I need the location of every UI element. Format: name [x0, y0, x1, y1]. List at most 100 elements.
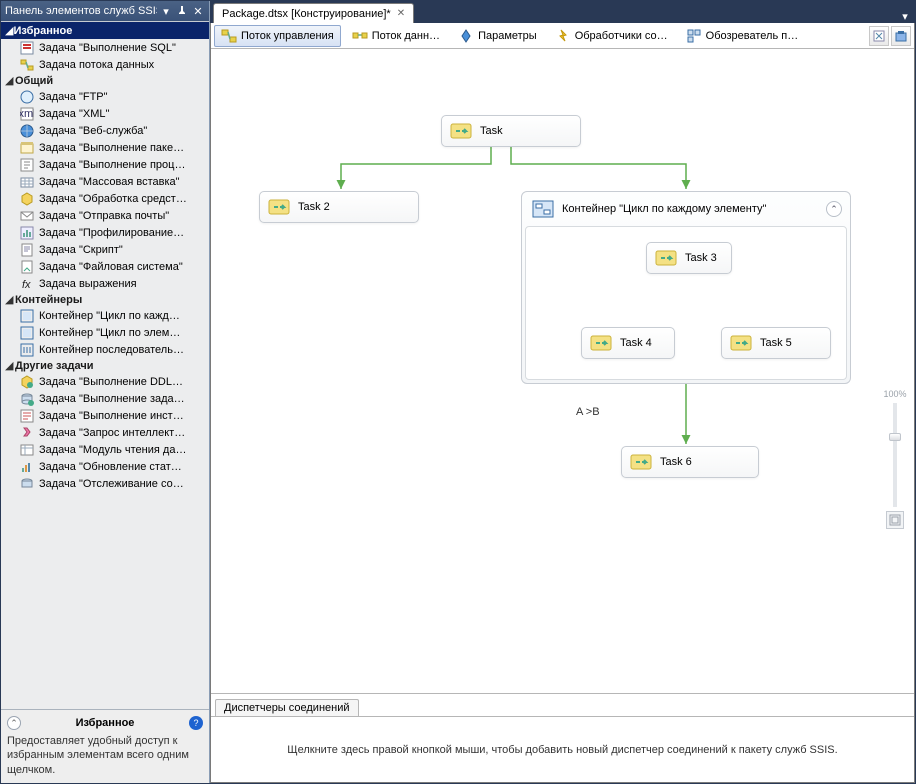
- toolbox-item[interactable]: Задача "Выполнение паке…: [1, 139, 209, 156]
- toolbox-item-label: Задача "Выполнение проц…: [39, 159, 185, 171]
- zoom-thumb[interactable]: [889, 433, 901, 441]
- zoom-fit-button[interactable]: [886, 511, 904, 529]
- bulk-insert-icon: [19, 174, 35, 190]
- toolbox-item[interactable]: Задача "Скрипт": [1, 241, 209, 258]
- toolbox-item-label: Задача потока данных: [39, 59, 154, 71]
- foreach-container[interactable]: Контейнер "Цикл по каждому элементу" ⌃ T…: [521, 191, 851, 384]
- controlflow-canvas[interactable]: Task Task 2 Контейнер "Цикл по каждому э…: [211, 49, 914, 693]
- eventhandlers-icon: [555, 28, 571, 44]
- toolbox-group-header[interactable]: ◢ Общий: [1, 73, 209, 88]
- toolbox-item[interactable]: Задача "Веб-служба": [1, 122, 209, 139]
- filesystem-task-icon: [19, 259, 35, 275]
- sequence-container-icon: [19, 342, 35, 358]
- svg-text:fx: fx: [22, 279, 31, 291]
- zoom-slider[interactable]: 100%: [884, 389, 906, 529]
- chevron-up-icon[interactable]: ⌃: [826, 201, 842, 217]
- designer: Поток управления Поток данн… Параметры О…: [210, 23, 915, 783]
- svg-text:xml: xml: [20, 108, 34, 120]
- tab-dataflow[interactable]: Поток данн…: [345, 25, 447, 47]
- toolbox-item[interactable]: Задача "Выполнение инст…: [1, 407, 209, 424]
- task-icon: [628, 451, 654, 473]
- dropdown-icon[interactable]: ▾: [159, 4, 173, 18]
- toolbox-item[interactable]: Контейнер последователь…: [1, 341, 209, 358]
- tab-label: Поток данн…: [372, 30, 440, 42]
- task-label: Task 6: [660, 456, 692, 468]
- zoom-track[interactable]: [893, 403, 897, 507]
- toolbox-item[interactable]: Задача "Выполнение SQL": [1, 39, 209, 56]
- toolbox-group-favorites: ◢ Избранное Задача "Выполнение SQL" Зада…: [1, 22, 209, 73]
- container-header[interactable]: Контейнер "Цикл по каждому элементу" ⌃: [522, 192, 850, 226]
- toolbox-item-label: Задача "Обработка средст…: [39, 193, 187, 205]
- toolbox-item[interactable]: Задача "Отслеживание со…: [1, 475, 209, 492]
- toolbox-item[interactable]: Задача "Обработка средст…: [1, 190, 209, 207]
- toolbox-item-label: Задача "Скрипт": [39, 244, 123, 256]
- ssis-toolbox-button[interactable]: [891, 26, 911, 46]
- parameters-icon: [458, 28, 474, 44]
- collapse-triangle-icon: ◢: [5, 24, 13, 37]
- toolbox-item[interactable]: Задача "Отправка почты": [1, 207, 209, 224]
- document-tab[interactable]: Package.dtsx [Конструирование]* ✕: [213, 3, 414, 23]
- bottom-tab-row: Диспетчеры соединений: [211, 694, 914, 716]
- tab-parameters[interactable]: Параметры: [451, 25, 544, 47]
- info-icon[interactable]: ?: [189, 716, 203, 730]
- exec-tsql-icon: [19, 408, 35, 424]
- toolbox-item[interactable]: Задача "Выполнение DDL…: [1, 373, 209, 390]
- toolbox-item-label: Задача "Обновление стат…: [39, 461, 182, 473]
- tab-connection-managers[interactable]: Диспетчеры соединений: [215, 699, 359, 716]
- task-label: Task 3: [685, 252, 717, 264]
- toolbox-item[interactable]: Задача "Выполнение зада…: [1, 390, 209, 407]
- toolbox-group-header[interactable]: ◢ Другие задачи: [1, 358, 209, 373]
- toolbox-group-header[interactable]: ◢ Избранное: [1, 22, 209, 39]
- chevron-up-icon[interactable]: ⌃: [7, 716, 21, 730]
- exec-job-icon: [19, 391, 35, 407]
- toolbox-item[interactable]: fxЗадача выражения: [1, 275, 209, 292]
- task-label: Task 5: [760, 337, 792, 349]
- toolbox-item-label: Контейнер "Цикл по элем…: [39, 327, 180, 339]
- close-icon[interactable]: ✕: [397, 8, 405, 19]
- help-text: Предоставляет удобный доступ к избранным…: [7, 734, 203, 777]
- explorer-icon: [686, 28, 702, 44]
- process-cube-icon: [19, 191, 35, 207]
- help-title: Избранное: [76, 717, 135, 729]
- document-menu-icon[interactable]: ▾: [899, 10, 911, 23]
- bottom-tab-label: Диспетчеры соединений: [224, 702, 350, 714]
- container-body[interactable]: Task 3 Task 4 Task 5: [525, 226, 847, 380]
- toolbox-list[interactable]: ◢ Избранное Задача "Выполнение SQL" Зада…: [1, 21, 209, 709]
- task-node[interactable]: Task 5: [721, 327, 831, 359]
- toolbox-title: Панель элементов служб SSIS: [5, 5, 157, 17]
- toolbox-item[interactable]: Контейнер "Цикл по элем…: [1, 324, 209, 341]
- toolbox-item[interactable]: Задача "Обновление стат…: [1, 458, 209, 475]
- close-icon[interactable]: ✕: [191, 4, 205, 18]
- toolbox-item[interactable]: xmlЗадача "XML": [1, 105, 209, 122]
- dm-query-icon: [19, 425, 35, 441]
- connection-managers-body[interactable]: Щелкните здесь правой кнопкой мыши, чтоб…: [211, 716, 914, 782]
- toolbox-item-label: Задача "Выполнение паке…: [39, 142, 184, 154]
- designer-subtabs: Поток управления Поток данн… Параметры О…: [211, 23, 914, 49]
- toolbox-group-header[interactable]: ◢ Контейнеры: [1, 292, 209, 307]
- task-label: Task 2: [298, 201, 330, 213]
- variables-button[interactable]: [869, 26, 889, 46]
- toolbox-item[interactable]: Задача "Файловая система": [1, 258, 209, 275]
- toolbox-item[interactable]: Задача "Выполнение проц…: [1, 156, 209, 173]
- toolbox-item[interactable]: Задача "FTP": [1, 88, 209, 105]
- toolbox-item[interactable]: Задача "Модуль чтения да…: [1, 441, 209, 458]
- pin-icon[interactable]: [175, 4, 189, 18]
- tab-explorer[interactable]: Обозреватель п…: [679, 25, 806, 47]
- toolbox-item[interactable]: Контейнер "Цикл по кажд…: [1, 307, 209, 324]
- toolbox-item[interactable]: Задача потока данных: [1, 56, 209, 73]
- task-node[interactable]: Task 4: [581, 327, 675, 359]
- container-label: Контейнер "Цикл по каждому элементу": [562, 203, 820, 215]
- toolbox-item[interactable]: Задача "Запрос интеллект…: [1, 424, 209, 441]
- toolbox-item[interactable]: Задача "Профилирование…: [1, 224, 209, 241]
- connection-managers-hint: Щелкните здесь правой кнопкой мыши, чтоб…: [287, 744, 837, 756]
- toolbox-item-label: Задача "Веб-служба": [39, 125, 147, 137]
- task-node[interactable]: Task 2: [259, 191, 419, 223]
- toolbox-item[interactable]: Задача "Массовая вставка": [1, 173, 209, 190]
- task-node[interactable]: Task 3: [646, 242, 732, 274]
- collapse-triangle-icon: ◢: [5, 74, 15, 87]
- tab-controlflow[interactable]: Поток управления: [214, 25, 341, 47]
- task-node[interactable]: Task: [441, 115, 581, 147]
- task-node[interactable]: Task 6: [621, 446, 759, 478]
- tab-eventhandlers[interactable]: Обработчики со…: [548, 25, 675, 47]
- toolbox-item-label: Задача "Отслеживание со…: [39, 478, 184, 490]
